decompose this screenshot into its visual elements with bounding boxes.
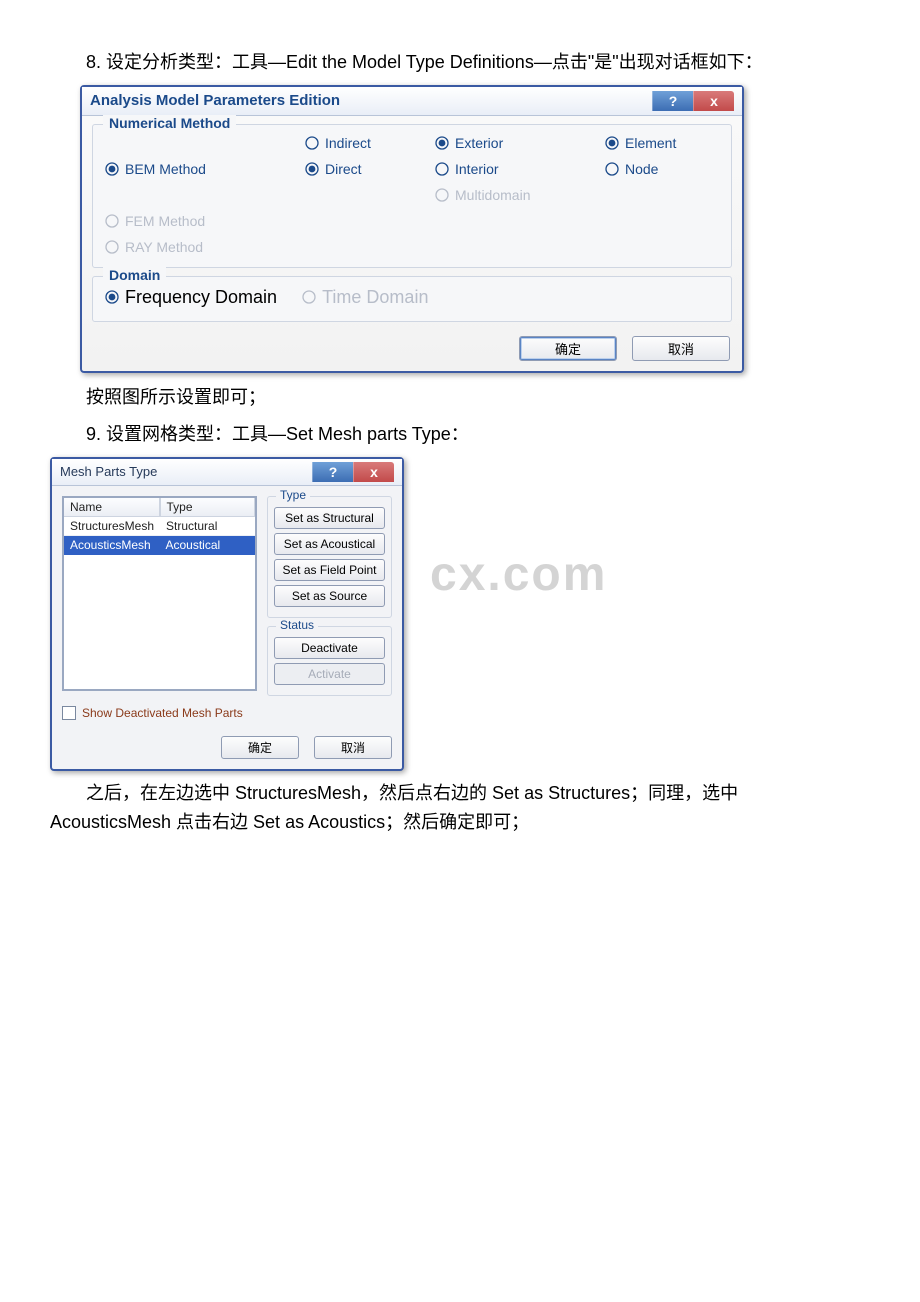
set-as-acoustical-button[interactable]: Set as Acoustical (274, 533, 385, 555)
radio-node[interactable]: Node (605, 161, 725, 177)
help-icon[interactable]: ? (312, 462, 353, 482)
set-as-field-point-button[interactable]: Set as Field Point (274, 559, 385, 581)
analysis-model-params-dialog: Analysis Model Parameters Edition ? x Nu… (80, 85, 744, 374)
type-group-legend: Type (276, 488, 310, 502)
radio-frequency-label: Frequency Domain (125, 287, 277, 308)
numerical-method-legend: Numerical Method (103, 115, 236, 131)
radio-element-label: Element (625, 135, 676, 151)
cell-type: Acoustical (160, 536, 256, 555)
dialog2-titlebar: Mesh Parts Type ? x (52, 459, 402, 486)
cell-type: Structural (160, 517, 255, 536)
radio-indirect[interactable]: Indirect (305, 135, 435, 151)
show-deactivated-label: Show Deactivated Mesh Parts (82, 706, 243, 720)
activate-button: Activate (274, 663, 385, 685)
col-name: Name (64, 498, 160, 517)
close-icon[interactable]: x (353, 462, 394, 482)
radio-direct[interactable]: Direct (305, 161, 435, 177)
numerical-method-group: Numerical Method Indirect Exterior Eleme… (92, 124, 732, 268)
table-header: Name Type (64, 498, 255, 517)
radio-direct-label: Direct (325, 161, 362, 177)
radio-interior[interactable]: Interior (435, 161, 605, 177)
table-row[interactable]: StructuresMesh Structural (64, 517, 255, 536)
cell-name: AcousticsMesh (64, 536, 160, 555)
radio-fem-label: FEM Method (125, 213, 205, 229)
between-paragraph: 按照图所示设置即可； (50, 383, 770, 412)
radio-time-label: Time Domain (322, 287, 428, 308)
status-group-legend: Status (276, 618, 318, 632)
show-deactivated-row[interactable]: Show Deactivated Mesh Parts (62, 706, 392, 720)
radio-multidomain-label: Multidomain (455, 187, 530, 203)
dialog2-title-text: Mesh Parts Type (60, 464, 157, 479)
domain-group: Domain Frequency Domain Time Domain (92, 276, 732, 323)
closing-paragraph: 之后，在左边选中 StructuresMesh，然后点右边的 Set as St… (50, 779, 770, 837)
type-group: Type Set as Structural Set as Acoustical… (267, 496, 392, 618)
radio-frequency-domain[interactable]: Frequency Domain (105, 287, 277, 308)
radio-element[interactable]: Element (605, 135, 725, 151)
table-row[interactable]: AcousticsMesh Acoustical (64, 536, 255, 555)
radio-bem-method[interactable]: BEM Method (105, 161, 305, 177)
ok-button[interactable]: 确定 (221, 736, 299, 759)
cancel-button[interactable]: 取消 (632, 336, 730, 361)
watermark-text: cx.com (430, 547, 607, 602)
checkbox-icon[interactable] (62, 706, 76, 720)
close-icon[interactable]: x (693, 91, 734, 111)
radio-indirect-label: Indirect (325, 135, 371, 151)
status-group: Status Deactivate Activate (267, 626, 392, 696)
cancel-button[interactable]: 取消 (314, 736, 392, 759)
step9-paragraph: 9. 设置网格类型：工具—Set Mesh parts Type： (50, 420, 770, 449)
radio-interior-label: Interior (455, 161, 499, 177)
radio-ray-label: RAY Method (125, 239, 203, 255)
radio-bem-label: BEM Method (125, 161, 206, 177)
set-as-structural-button[interactable]: Set as Structural (274, 507, 385, 529)
radio-exterior[interactable]: Exterior (435, 135, 605, 151)
help-icon[interactable]: ? (652, 91, 693, 111)
step8-paragraph: 8. 设定分析类型：工具—Edit the Model Type Definit… (50, 48, 770, 77)
cell-name: StructuresMesh (64, 517, 160, 536)
radio-fem-method: FEM Method (105, 213, 305, 229)
radio-exterior-label: Exterior (455, 135, 503, 151)
deactivate-button[interactable]: Deactivate (274, 637, 385, 659)
ok-button[interactable]: 确定 (519, 336, 617, 361)
mesh-parts-table[interactable]: Name Type StructuresMesh Structural Acou… (62, 496, 257, 691)
radio-node-label: Node (625, 161, 658, 177)
radio-time-domain: Time Domain (302, 287, 428, 308)
dialog1-titlebar: Analysis Model Parameters Edition ? x (82, 87, 742, 116)
dialog1-title-text: Analysis Model Parameters Edition (90, 92, 340, 109)
mesh-parts-type-dialog: Mesh Parts Type ? x Name Type Structures… (50, 457, 404, 771)
radio-ray-method: RAY Method (105, 239, 305, 255)
col-type: Type (160, 498, 256, 517)
domain-legend: Domain (103, 267, 166, 283)
radio-multidomain: Multidomain (435, 187, 605, 203)
set-as-source-button[interactable]: Set as Source (274, 585, 385, 607)
